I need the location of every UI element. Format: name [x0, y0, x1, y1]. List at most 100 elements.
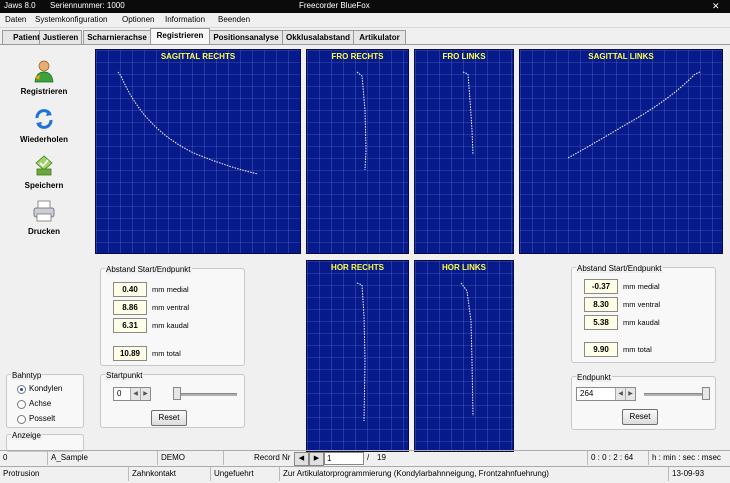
plot-sagittal-links: SAGITTAL LINKS — [519, 49, 723, 254]
right-distance-caption: Abstand Start/Endpunkt — [576, 264, 663, 273]
left-ventral-unit: mm ventral — [152, 303, 190, 312]
tab-registrieren[interactable]: Registrieren — [150, 28, 210, 45]
endpunkt-left-arrow-icon[interactable]: ◀ — [615, 388, 625, 400]
right-distance-panel: Abstand Start/Endpunkt -0.37 mm medial 8… — [571, 264, 716, 363]
menu-optionen[interactable]: Optionen — [122, 15, 154, 24]
startpunkt-left-arrow-icon[interactable]: ◀ — [130, 388, 140, 400]
plot-fro-links: FRO LINKS — [414, 49, 514, 254]
startpunkt-right-arrow-icon[interactable]: ▶ — [140, 388, 150, 400]
record-label: Record Nr — [254, 453, 291, 462]
serial-number: Seriennummer: 1000 — [50, 1, 125, 10]
menu-daten[interactable]: Daten — [5, 15, 26, 24]
status-time: 0 : 0 : 2 : 64 — [588, 451, 649, 465]
record-number-input[interactable]: 1 — [324, 452, 364, 465]
radio-posselt-label: Posselt — [29, 414, 56, 423]
status-hint: Zur Artikulatorprogrammierung (Kondylarb… — [280, 467, 669, 481]
registrieren-page: Registrieren Wiederholen Speichern Druck… — [0, 44, 730, 452]
radio-posselt[interactable] — [17, 415, 26, 424]
plot-fro-rechts: FRO RECHTS — [306, 49, 409, 254]
plot-title-hor-links: HOR LINKS — [442, 263, 486, 272]
record-separator: / — [367, 453, 370, 462]
startpunkt-slider-thumb[interactable] — [173, 387, 181, 400]
left-kaudal-value: 6.31 — [113, 318, 147, 333]
printer-icon — [33, 200, 55, 222]
product-name: Freecorder BlueFox — [299, 1, 370, 10]
status-mode: DEMO — [158, 451, 224, 465]
speichern-label: Speichern — [24, 181, 64, 190]
status-name: A_Sample — [48, 451, 158, 465]
registrieren-button[interactable]: Registrieren — [14, 59, 74, 96]
startpunkt-slider[interactable] — [173, 393, 237, 396]
anzeige-caption: Anzeige — [11, 431, 42, 440]
right-kaudal-value: 5.38 — [584, 315, 618, 330]
radio-kondylen[interactable] — [17, 385, 26, 394]
menu-bar: Daten Systemkonfiguration Optionen Infor… — [0, 13, 730, 28]
tab-positionsanalyse[interactable]: Positionsanalyse — [209, 30, 283, 45]
right-ventral-unit: mm ventral — [623, 300, 661, 309]
endpunkt-right-arrow-icon[interactable]: ▶ — [625, 388, 635, 400]
plot-hor-rechts: HOR RECHTS — [306, 260, 409, 452]
drucken-button[interactable]: Drucken — [14, 199, 74, 236]
status-index: 0 — [0, 451, 48, 465]
left-distance-panel: Abstand Start/Endpunkt 0.40 mm medial 8.… — [100, 265, 245, 366]
right-ventral-value: 8.30 — [584, 297, 618, 312]
title-bar: Jaws 8.0 Seriennummer: 1000 Freecorder B… — [0, 0, 730, 13]
radio-achse-label: Achse — [29, 399, 52, 408]
startpunkt-input[interactable]: 0 ◀ ▶ — [113, 387, 151, 401]
startpunkt-reset-button[interactable]: Reset — [151, 410, 187, 426]
right-total-value: 9.90 — [584, 342, 618, 357]
endpunkt-slider[interactable] — [644, 393, 710, 396]
endpunkt-reset-button[interactable]: Reset — [622, 409, 658, 425]
status-time-format: h : min : sec : msec — [652, 453, 721, 462]
plot-title-fro-rechts: FRO RECHTS — [331, 52, 384, 61]
status-ungefuehrt: Ungefuehrt — [211, 467, 280, 481]
right-total-unit: mm total — [623, 345, 652, 354]
wiederholen-label: Wiederholen — [20, 135, 68, 144]
menu-information[interactable]: Information — [165, 15, 205, 24]
status-protrusion: Protrusion — [0, 467, 129, 481]
plot-hor-links: HOR LINKS — [414, 260, 514, 452]
close-icon[interactable]: ✕ — [712, 1, 720, 12]
startpunkt-caption: Startpunkt — [105, 371, 144, 380]
tab-okklusalabstand[interactable]: Okklusalabstand — [282, 30, 354, 45]
left-ventral-value: 8.86 — [113, 300, 147, 315]
plot-title-sagittal-links: SAGITTAL LINKS — [588, 52, 654, 61]
plot-title-fro-links: FRO LINKS — [442, 52, 486, 61]
endpunkt-input[interactable]: 264 ◀ ▶ — [576, 387, 636, 401]
record-prev-icon[interactable]: ◀ — [294, 452, 309, 466]
radio-kondylen-label: Kondylen — [29, 384, 63, 393]
status-bar-2: Protrusion Zahnkontakt Ungefuehrt Zur Ar… — [0, 466, 730, 483]
refresh-icon — [35, 109, 53, 129]
save-icon — [35, 155, 53, 176]
tab-artikulator[interactable]: Artikulator — [353, 30, 406, 45]
tab-scharnierachse[interactable]: Scharnierachse — [83, 30, 151, 45]
endpunkt-slider-thumb[interactable] — [702, 387, 710, 400]
drucken-label: Drucken — [27, 227, 60, 236]
bahntyp-caption: Bahntyp — [11, 371, 43, 380]
wiederholen-button[interactable]: Wiederholen — [14, 107, 74, 144]
left-medial-value: 0.40 — [113, 282, 147, 297]
menu-systemkonfiguration[interactable]: Systemkonfiguration — [35, 15, 107, 24]
speichern-button[interactable]: Speichern — [14, 153, 74, 190]
endpunkt-caption: Endpunkt — [576, 373, 612, 382]
startpunkt-panel: Startpunkt 0 ◀ ▶ Reset — [100, 371, 245, 428]
status-zahnkontakt: Zahnkontakt — [129, 467, 211, 481]
left-medial-unit: mm medial — [152, 285, 189, 294]
menu-beenden[interactable]: Beenden — [218, 15, 250, 24]
app-title: Jaws 8.0 — [4, 1, 36, 10]
left-kaudal-unit: mm kaudal — [152, 321, 189, 330]
record-nav: Record Nr ◀ ▶ 1 / 19 — [224, 451, 588, 466]
bahntyp-panel: Bahntyp Kondylen Achse Posselt — [6, 371, 84, 428]
right-kaudal-unit: mm kaudal — [623, 318, 660, 327]
left-distance-caption: Abstand Start/Endpunkt — [105, 265, 192, 274]
record-total: 19 — [377, 453, 386, 462]
left-total-value: 10.89 — [113, 346, 147, 361]
plot-title-hor-rechts: HOR RECHTS — [331, 263, 384, 272]
right-medial-value: -0.37 — [584, 279, 618, 294]
person-add-icon — [34, 60, 54, 83]
endpunkt-panel: Endpunkt 264 ◀ ▶ Reset — [571, 373, 716, 430]
tab-justieren[interactable]: Justieren — [39, 30, 82, 45]
radio-achse[interactable] — [17, 400, 26, 409]
record-next-icon[interactable]: ▶ — [309, 452, 324, 466]
status-bar-1: 0 A_Sample DEMO Record Nr ◀ ▶ 1 / 19 0 :… — [0, 450, 730, 466]
